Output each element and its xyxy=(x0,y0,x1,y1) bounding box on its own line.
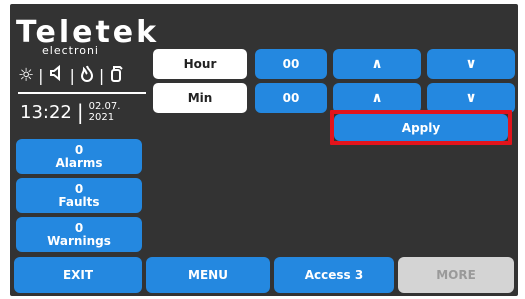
min-down-button[interactable]: ∨ xyxy=(427,83,515,113)
hour-value[interactable]: 00 xyxy=(255,49,327,79)
clock-time: 13:22 xyxy=(20,101,72,123)
exit-button[interactable]: EXIT xyxy=(14,257,142,293)
min-value[interactable]: 00 xyxy=(255,83,327,113)
warnings-count: 0 xyxy=(74,220,84,235)
hour-down-button[interactable]: ∨ xyxy=(427,49,515,79)
alarms-label: Alarms xyxy=(55,155,103,170)
sun-icon: ☼ xyxy=(18,65,35,86)
menu-button[interactable]: MENU xyxy=(146,257,270,293)
faults-button[interactable]: 0 Faults xyxy=(16,178,142,213)
chevron-up-icon: ∧ xyxy=(371,90,383,106)
faults-label: Faults xyxy=(58,194,100,209)
chevron-up-icon: ∧ xyxy=(371,56,383,72)
apply-highlight-frame xyxy=(330,110,512,145)
chevron-down-icon: ∨ xyxy=(465,56,477,72)
faults-count: 0 xyxy=(74,181,84,196)
separator: | xyxy=(98,66,105,85)
brand-tagline: electroni xyxy=(42,44,99,57)
warnings-label: Warnings xyxy=(47,233,111,248)
chevron-down-icon: ∨ xyxy=(465,90,477,106)
extinguisher-icon xyxy=(108,64,124,87)
warnings-button[interactable]: 0 Warnings xyxy=(16,217,142,252)
clock-date: 02.07. 2021 xyxy=(89,101,121,123)
clock: 13:22 | 02.07. 2021 xyxy=(20,100,120,124)
min-up-button[interactable]: ∧ xyxy=(333,83,421,113)
divider xyxy=(18,92,146,94)
min-label: Min xyxy=(153,83,247,113)
alarms-count: 0 xyxy=(74,142,84,157)
clock-date-day: 02.07. xyxy=(88,101,121,112)
more-button[interactable]: MORE xyxy=(398,257,514,293)
clock-date-year: 2021 xyxy=(88,112,115,123)
alarms-button[interactable]: 0 Alarms xyxy=(16,139,142,174)
separator: | xyxy=(38,66,44,85)
hour-label: Hour xyxy=(153,49,247,79)
flame-icon xyxy=(79,64,95,87)
separator: | xyxy=(76,100,84,124)
speaker-icon xyxy=(48,64,66,87)
access-level-button[interactable]: Access 3 xyxy=(274,257,394,293)
separator: | xyxy=(69,66,75,85)
hour-up-button[interactable]: ∧ xyxy=(333,49,421,79)
status-icons-row: ☼ | | | xyxy=(18,64,124,87)
